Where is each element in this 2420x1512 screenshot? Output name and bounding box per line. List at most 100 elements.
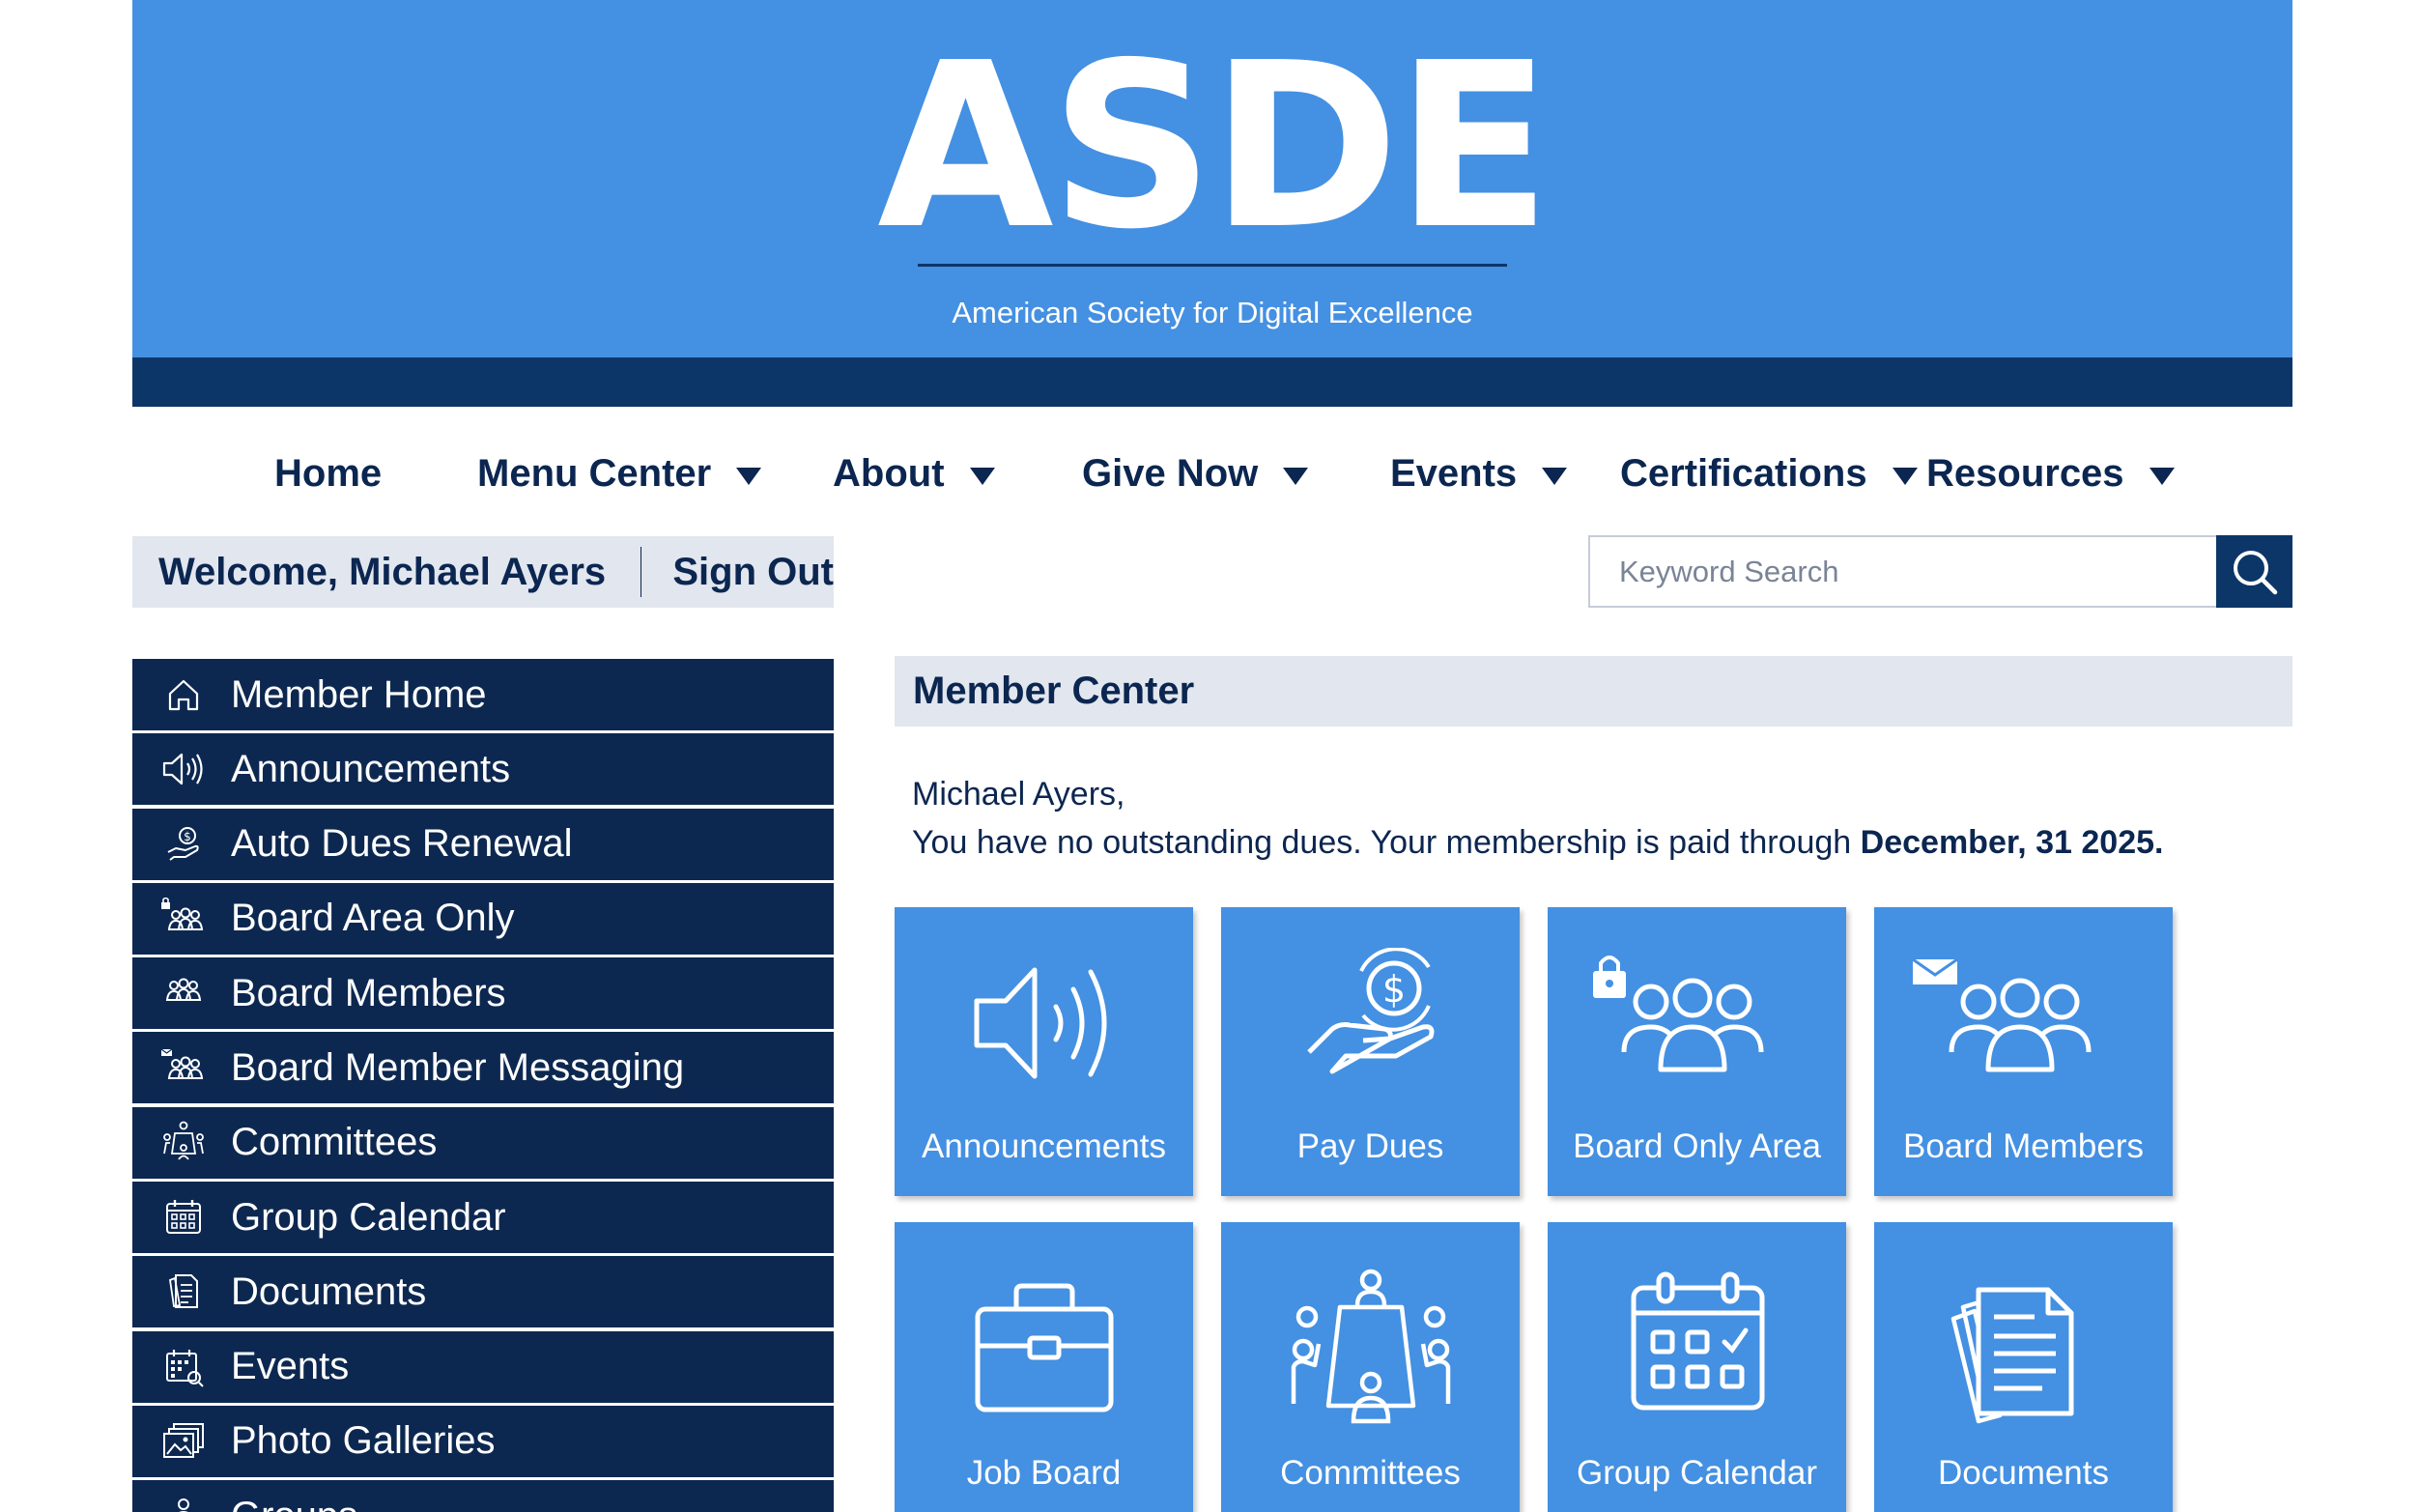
sidebar-item-label: Group Calendar xyxy=(231,1195,506,1239)
tile-board-only-area[interactable]: Board Only Area xyxy=(1548,907,1846,1196)
sidebar-item-group-calendar[interactable]: Group Calendar xyxy=(132,1182,834,1254)
sidebar-item-label: Groups xyxy=(231,1495,357,1512)
tile-documents[interactable]: Documents xyxy=(1874,1222,2173,1512)
caret-down-icon xyxy=(1542,468,1568,485)
sidebar-item-label: Board Area Only xyxy=(231,897,515,940)
svg-text:$: $ xyxy=(1382,968,1406,1011)
sidebar-item-announcements[interactable]: Announcements xyxy=(132,733,834,806)
sign-out-link[interactable]: Sign Out xyxy=(672,551,834,594)
photo-gallery-icon xyxy=(157,1418,211,1465)
tile-label: Committees xyxy=(1280,1454,1461,1492)
committee-icon xyxy=(157,1120,211,1166)
nav-about[interactable]: About xyxy=(833,440,995,507)
sidebar-item-label: Board Member Messaging xyxy=(231,1045,685,1089)
events-calendar-icon xyxy=(157,1344,211,1390)
documents-icon xyxy=(1950,1287,2074,1424)
dues-date: December, 31 2025. xyxy=(1860,824,2164,861)
caret-down-icon xyxy=(969,468,995,485)
tile-label: Documents xyxy=(1937,1454,2110,1492)
sidebar-item-label: Documents xyxy=(231,1270,427,1313)
sidebar-item-label: Announcements xyxy=(231,747,511,790)
sidebar-item-label: Member Home xyxy=(231,672,487,716)
sidebar-item-groups[interactable]: Groups xyxy=(132,1480,834,1512)
page-title-bar: Member Center xyxy=(895,656,2292,727)
caret-down-icon xyxy=(736,468,762,485)
sidebar-item-label: Auto Dues Renewal xyxy=(231,822,573,866)
nav-resources[interactable]: Resources xyxy=(1926,440,2175,507)
sidebar-item-label: Events xyxy=(231,1345,350,1388)
sidebar-item-label: Photo Galleries xyxy=(231,1419,496,1463)
nav-menu-center[interactable]: Menu Center xyxy=(477,440,762,507)
site-banner: ASDE American Society for Digital Excell… xyxy=(132,0,2292,357)
search-icon xyxy=(2233,550,2277,594)
tile-label: Job Board xyxy=(966,1454,1122,1492)
nav-give-now[interactable]: Give Now xyxy=(1082,440,1309,507)
tile-job-board[interactable]: Job Board xyxy=(895,1222,1193,1512)
group-icon xyxy=(157,970,211,1016)
nav-label: Events xyxy=(1390,451,1518,495)
nav-label: Give Now xyxy=(1082,451,1259,495)
tile-pay-dues[interactable]: $ Pay Dues xyxy=(1221,907,1520,1196)
calendar-icon xyxy=(157,1194,211,1241)
nav-label: Home xyxy=(274,451,383,495)
main-nav: Home Menu Center About Give Now Events C… xyxy=(0,440,2420,507)
nav-label: Resources xyxy=(1926,451,2124,495)
groups-icon xyxy=(157,1493,211,1512)
sidebar-item-label: Committees xyxy=(231,1121,438,1164)
dues-status: Michael Ayers, You have no outstanding d… xyxy=(912,770,2163,867)
svg-text:$: $ xyxy=(184,830,191,843)
sidebar-item-board-member-messaging[interactable]: Board Member Messaging xyxy=(132,1032,834,1104)
nav-certifications[interactable]: Certifications xyxy=(1620,440,1918,507)
locked-group-icon xyxy=(157,896,211,942)
tile-group-calendar[interactable]: Group Calendar xyxy=(1548,1222,1846,1512)
hand-dollar-icon: $ xyxy=(1307,948,1435,1074)
tile-committees[interactable]: Committees xyxy=(1221,1222,1520,1512)
sidebar-menu: Member Home Announcements $ Auto Dues Re… xyxy=(132,659,834,1512)
site-logo[interactable]: ASDE xyxy=(132,21,2292,272)
megaphone-icon xyxy=(974,967,1107,1079)
tile-label: Group Calendar xyxy=(1576,1454,1818,1492)
dues-text: You have no outstanding dues. Your membe… xyxy=(912,824,1861,861)
calendar-icon xyxy=(1631,1271,1765,1411)
home-icon xyxy=(157,671,211,718)
tile-label: Pay Dues xyxy=(1296,1127,1444,1165)
committee-icon xyxy=(1291,1269,1451,1424)
tile-label: Board Only Area xyxy=(1573,1127,1821,1165)
search-button[interactable] xyxy=(2216,535,2292,608)
sidebar-item-documents[interactable]: Documents xyxy=(132,1256,834,1328)
nav-label: Menu Center xyxy=(477,451,712,495)
nav-events[interactable]: Events xyxy=(1390,440,1568,507)
tile-label: Announcements xyxy=(922,1127,1166,1165)
caret-down-icon xyxy=(2149,468,2175,485)
documents-icon xyxy=(157,1269,211,1315)
locked-group-icon xyxy=(1593,956,1764,1072)
caret-down-icon xyxy=(1283,468,1309,485)
page-title: Member Center xyxy=(913,670,1195,712)
dues-message: You have no outstanding dues. Your membe… xyxy=(912,818,2163,867)
nav-home[interactable]: Home xyxy=(274,440,382,507)
site-tagline: American Society for Digital Excellence xyxy=(952,296,1473,329)
sidebar-item-member-home[interactable]: Member Home xyxy=(132,659,834,730)
greeting-name: Michael Ayers, xyxy=(912,776,1125,813)
sidebar-item-board-area-only[interactable]: Board Area Only xyxy=(132,882,834,955)
group-message-icon xyxy=(157,1044,211,1091)
briefcase-icon xyxy=(975,1283,1114,1412)
logo-divider xyxy=(918,264,1507,267)
group-message-icon xyxy=(1912,957,2092,1072)
tile-label: Board Members xyxy=(1903,1127,2144,1165)
sidebar-item-board-members[interactable]: Board Members xyxy=(132,957,834,1030)
sidebar-item-committees[interactable]: Committees xyxy=(132,1106,834,1179)
tile-board-members[interactable]: Board Members xyxy=(1874,907,2173,1196)
nav-label: Certifications xyxy=(1620,451,1867,495)
caret-down-icon xyxy=(1892,468,1918,485)
sidebar-item-label: Board Members xyxy=(231,971,506,1014)
sidebar-item-events[interactable]: Events xyxy=(132,1330,834,1403)
sidebar-item-auto-dues-renewal[interactable]: $ Auto Dues Renewal xyxy=(132,808,834,880)
sidebar-item-photo-galleries[interactable]: Photo Galleries xyxy=(132,1405,834,1477)
banner-bar xyxy=(132,357,2292,407)
keyword-search xyxy=(1588,535,2292,608)
search-input[interactable] xyxy=(1588,535,2216,608)
welcome-text: Welcome, Michael Ayers xyxy=(158,550,607,593)
welcome-bar: Welcome, Michael Ayers Sign Out xyxy=(132,536,834,608)
tile-announcements[interactable]: Announcements xyxy=(895,907,1193,1196)
